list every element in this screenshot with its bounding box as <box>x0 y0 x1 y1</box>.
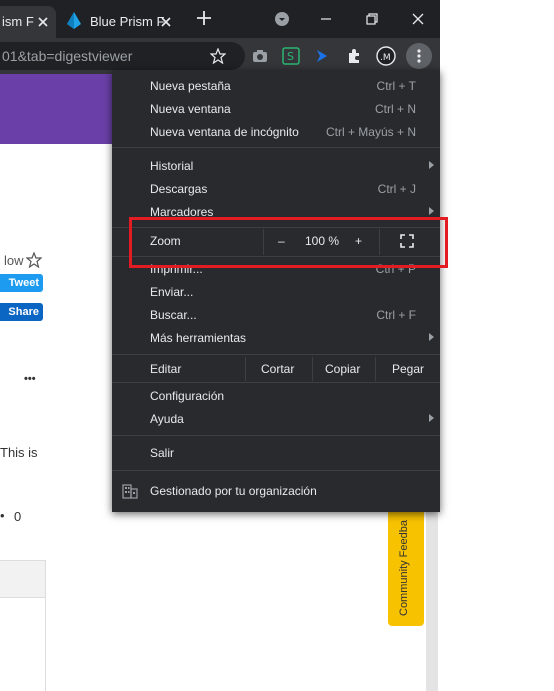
table-body <box>0 596 46 691</box>
tab-strip: ism F Blue Prism F <box>0 0 440 38</box>
share-button[interactable]: Share <box>0 303 43 321</box>
menu-item-incognito[interactable]: Nueva ventana de incógnito Ctrl + Mayús … <box>112 121 440 143</box>
tab-blue-prism[interactable]: Blue Prism F <box>60 6 182 38</box>
more-options-icon[interactable]: ••• <box>24 373 36 385</box>
menu-item-label: Buscar... <box>150 308 197 322</box>
menu-item-label: Enviar... <box>150 285 194 299</box>
edit-row: Editar Cortar Copiar Pegar <box>112 357 440 381</box>
count-text: 0 <box>14 509 22 524</box>
menu-item-new-window[interactable]: Nueva ventana Ctrl + N <box>112 98 440 120</box>
cut-button[interactable]: Cortar <box>261 362 294 376</box>
close-icon[interactable] <box>157 13 175 31</box>
bullet-icon: • <box>0 508 5 523</box>
blue-prism-icon <box>66 12 82 33</box>
menu-item-label: Nueva ventana de incógnito <box>150 125 299 139</box>
bookmark-star-icon[interactable] <box>209 47 227 69</box>
building-icon <box>122 483 138 502</box>
url-text: 01&tab=digestviewer <box>2 48 133 64</box>
menu-item-settings[interactable]: Configuración <box>112 385 440 407</box>
page-scrollbar[interactable] <box>426 512 438 691</box>
new-tab-icon[interactable] <box>194 8 214 28</box>
window-close-icon[interactable] <box>407 8 429 30</box>
share-label: Share <box>8 306 39 318</box>
menu-divider <box>112 435 440 436</box>
menu-item-label: Configuración <box>150 389 225 403</box>
close-icon[interactable] <box>34 13 52 31</box>
menu-item-cast[interactable]: Enviar... <box>112 281 440 303</box>
menu-item-new-tab[interactable]: Nueva pestaña Ctrl + T <box>112 75 440 97</box>
browser-toolbar: 01&tab=digestviewer S .M <box>0 38 440 74</box>
menu-item-shortcut: Ctrl + F <box>376 308 416 322</box>
minimize-icon[interactable] <box>315 8 337 30</box>
submenu-arrow-icon <box>429 414 434 422</box>
feedback-label: Community Feedba <box>398 520 410 616</box>
camera-icon[interactable] <box>250 46 270 66</box>
menu-item-label: Descargas <box>150 182 208 196</box>
menu-item-shortcut: Ctrl + T <box>376 79 416 93</box>
menu-item-managed[interactable]: Gestionado por tu organización <box>112 480 440 502</box>
community-feedback-tab[interactable]: Community Feedba <box>388 500 424 626</box>
edit-divider <box>375 357 376 381</box>
tweet-button[interactable]: Tweet <box>0 274 43 292</box>
menu-item-label: Nueva pestaña <box>150 79 231 93</box>
restore-icon[interactable] <box>361 8 383 30</box>
copy-button[interactable]: Copiar <box>325 362 360 376</box>
menu-divider <box>112 354 440 355</box>
submenu-arrow-icon <box>429 161 434 169</box>
profile-avatar-icon[interactable]: .M <box>376 46 396 66</box>
menu-item-label: Ayuda <box>150 412 184 426</box>
address-bar[interactable]: 01&tab=digestviewer <box>0 42 245 70</box>
menu-item-label: Gestionado por tu organización <box>150 484 317 498</box>
menu-item-label: Más herramientas <box>150 331 247 345</box>
follow-link[interactable]: low <box>4 253 24 268</box>
tweet-label: Tweet <box>8 277 39 289</box>
menu-divider <box>112 470 440 471</box>
menu-item-history[interactable]: Historial <box>112 155 440 177</box>
tab-active[interactable]: ism F <box>0 6 56 38</box>
kebab-menu-icon[interactable] <box>406 43 432 69</box>
menu-item-shortcut: Ctrl + J <box>377 182 416 196</box>
menu-item-label: Historial <box>150 159 194 173</box>
menu-divider <box>112 382 440 383</box>
puzzle-icon[interactable] <box>344 46 364 66</box>
menu-item-help[interactable]: Ayuda <box>112 408 440 430</box>
chrome-menu: Nueva pestaña Ctrl + T Nueva ventana Ctr… <box>112 70 440 512</box>
submenu-arrow-icon <box>429 207 434 215</box>
svg-text:S: S <box>287 50 294 63</box>
menu-item-more-tools[interactable]: Más herramientas <box>112 327 440 349</box>
edit-divider <box>245 357 246 381</box>
table-header <box>0 560 46 598</box>
menu-item-shortcut: Ctrl + Mayús + N <box>325 125 416 139</box>
menu-item-exit[interactable]: Salir <box>112 442 440 464</box>
extension-s-icon[interactable]: S <box>281 46 301 66</box>
tab-search-icon[interactable] <box>271 8 293 30</box>
tab-title: ism F <box>2 14 34 29</box>
edit-label: Editar <box>150 362 182 376</box>
tab-title: Blue Prism F <box>90 14 165 29</box>
submenu-arrow-icon <box>429 333 434 341</box>
menu-item-find[interactable]: Buscar... Ctrl + F <box>112 304 440 326</box>
edit-divider <box>312 357 313 381</box>
svg-text:.M: .M <box>380 53 391 63</box>
zoom-highlight-box <box>129 217 448 268</box>
menu-item-label: Salir <box>150 446 175 460</box>
follow-star-icon[interactable] <box>25 251 43 273</box>
menu-item-downloads[interactable]: Descargas Ctrl + J <box>112 178 440 200</box>
paste-button[interactable]: Pegar <box>392 362 424 376</box>
menu-item-label: Nueva ventana <box>150 102 231 116</box>
menu-divider <box>112 147 440 148</box>
menu-item-shortcut: Ctrl + N <box>374 102 416 116</box>
extension-arrow-icon[interactable] <box>312 46 332 66</box>
body-text: This is <box>0 445 38 460</box>
page-banner <box>0 74 112 144</box>
